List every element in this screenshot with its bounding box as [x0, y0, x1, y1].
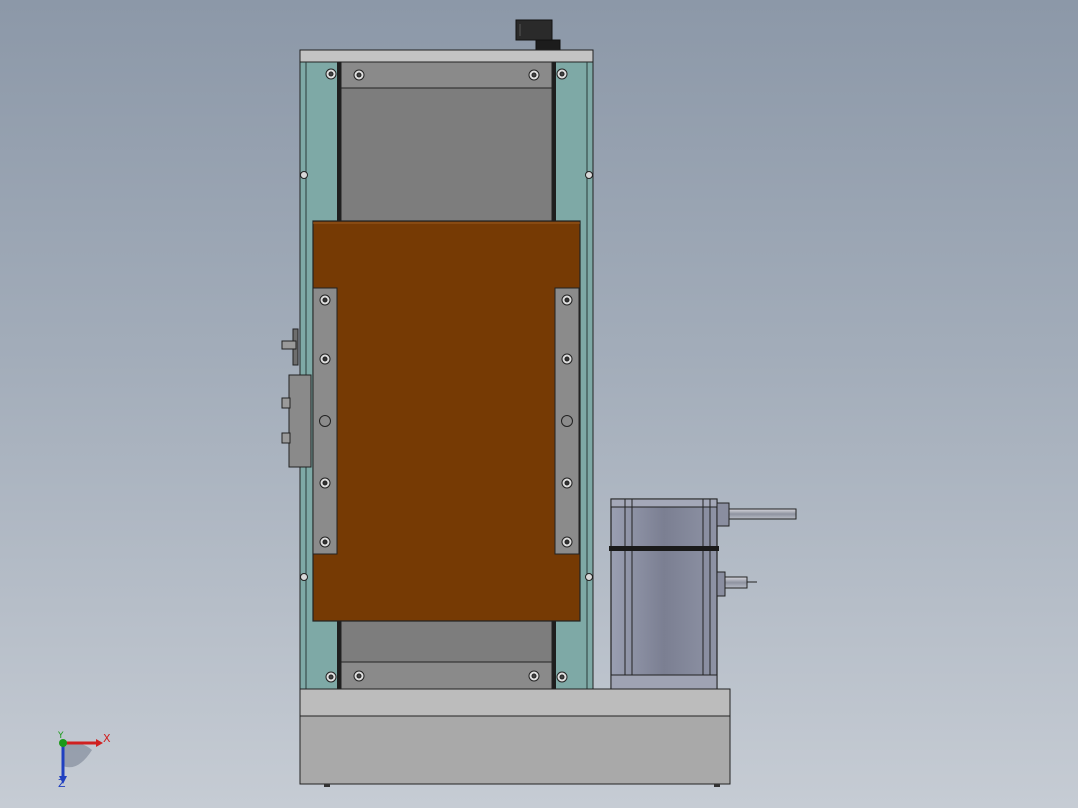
carriage-plate[interactable] [312, 220, 581, 622]
triad-y-label: Y [58, 731, 64, 741]
cad-graphics-viewport[interactable]: X Y Z [0, 0, 1078, 808]
top-connector[interactable] [515, 19, 561, 51]
motor-shaft [728, 508, 797, 520]
triad-z-label: Z [58, 777, 66, 790]
base-block[interactable] [299, 688, 731, 787]
triad-x-label: X [103, 732, 111, 745]
servo-motor[interactable] [609, 498, 797, 690]
cad-model[interactable] [0, 0, 1078, 808]
